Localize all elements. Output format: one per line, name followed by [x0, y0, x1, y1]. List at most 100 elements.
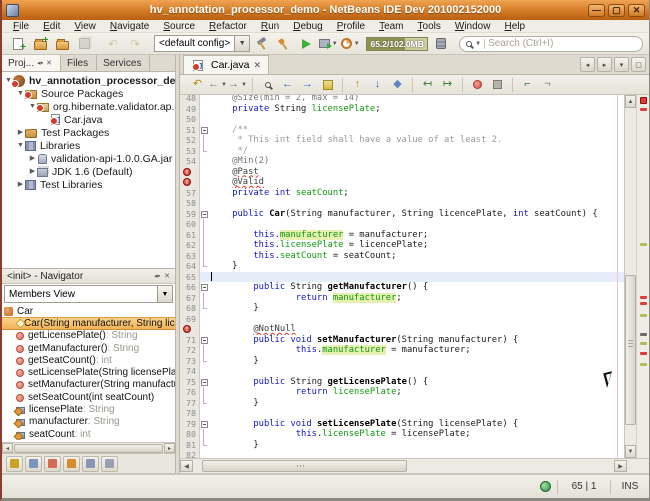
find-next-button[interactable]: → [298, 76, 317, 93]
build-project-button[interactable] [252, 34, 272, 53]
error-stripe-mark[interactable] [640, 243, 647, 246]
save-all-button[interactable] [74, 34, 94, 53]
projects-tree[interactable]: ▼hv_annotation_processor_dem▼Source Pack… [2, 72, 175, 268]
editor-vertical-scrollbar[interactable]: ▲ ▼ [624, 95, 636, 458]
expand-open-icon[interactable]: ▼ [16, 142, 25, 149]
tree-row[interactable]: ▼Libraries [2, 139, 175, 152]
error-stripe-mark[interactable] [640, 342, 647, 345]
scroll-left-icon[interactable]: ◀ [180, 460, 193, 472]
navigator-item[interactable]: Car(String manufacturer, String licenc [2, 317, 175, 329]
find-selection-button[interactable] [258, 76, 277, 93]
memory-meter[interactable]: 65.2/102.0MB [366, 37, 428, 51]
scroll-documents-left-button[interactable]: ◂ [580, 57, 595, 72]
fold-s-icon[interactable] [200, 419, 209, 430]
show-fields-button[interactable] [44, 456, 61, 472]
navigator-view-combobox[interactable]: Members View ▼ [4, 285, 173, 303]
redo-button[interactable]: ↷ [125, 34, 145, 53]
navigator-close-icon[interactable]: ✕ [164, 273, 170, 280]
error-stripe-mark[interactable] [640, 314, 647, 317]
error-stripe-mark[interactable] [640, 302, 647, 305]
forward-button[interactable]: →▼ [228, 76, 247, 93]
navigator-item[interactable]: seatCount : int [2, 428, 175, 440]
scroll-down-icon[interactable]: ▼ [625, 445, 636, 458]
menu-file[interactable]: File [6, 21, 36, 32]
vertical-scrollbar-thumb[interactable] [625, 275, 636, 425]
clean-build-project-button[interactable] [274, 34, 294, 53]
status-notification-icon[interactable] [540, 481, 551, 492]
menu-source[interactable]: Source [156, 21, 202, 32]
navigator-scrollbar-thumb[interactable] [14, 444, 163, 453]
config-combobox[interactable]: <default config> ▼ [154, 35, 250, 52]
show-bean-patterns-button[interactable] [6, 456, 23, 472]
tab-close-icon[interactable]: ✕ [254, 60, 262, 71]
horizontal-scrollbar-thumb[interactable] [202, 460, 407, 472]
tree-row[interactable]: ▼org.hibernate.validator.ap.dem [2, 100, 175, 113]
tree-row[interactable]: ▼Source Packages [2, 87, 175, 100]
close-button[interactable]: ✕ [628, 4, 645, 17]
menu-window[interactable]: Window [448, 21, 498, 32]
profile-dropdown-icon[interactable]: ▼ [354, 41, 360, 47]
navigator-item[interactable]: licensePlate : String [2, 403, 175, 415]
editor-horizontal-scrollbar[interactable]: ◀ ▶ [180, 458, 649, 473]
expand-closed-icon[interactable]: ▶ [28, 155, 37, 162]
tree-row[interactable]: ▼hv_annotation_processor_dem [2, 74, 175, 87]
projects-tab-files[interactable]: Files [61, 55, 97, 71]
back-button[interactable]: ←▼ [208, 76, 227, 93]
navigator-view-arrow-icon[interactable]: ▼ [157, 286, 172, 302]
menu-help[interactable]: Help [497, 21, 532, 32]
close-tab-icon[interactable]: ✕ [46, 60, 52, 67]
menu-tools[interactable]: Tools [411, 21, 448, 32]
config-combobox-arrow-icon[interactable]: ▼ [234, 36, 249, 51]
last-edit-location-button[interactable]: ↶ [188, 76, 207, 93]
shift-line-left-button[interactable]: ↤ [418, 76, 437, 93]
navigator-item[interactable]: getLicensePlate() : String [2, 330, 175, 342]
menu-navigate[interactable]: Navigate [103, 21, 156, 32]
menu-edit[interactable]: Edit [36, 21, 67, 32]
new-file-button[interactable] [8, 34, 28, 53]
menu-run[interactable]: Run [254, 21, 286, 32]
toggle-bookmark-button[interactable]: ◆ [388, 76, 407, 93]
sort-by-source-button[interactable] [101, 456, 118, 472]
tree-row[interactable]: ▶Test Packages [2, 126, 175, 139]
titlebar[interactable]: hv_annotation_processor_demo - NetBeans … [2, 0, 649, 20]
quick-search-input[interactable]: ▼ Search (Ctrl+I) [459, 36, 643, 52]
tree-row[interactable]: Car.java [2, 113, 175, 126]
navigator-item[interactable]: Car [2, 305, 175, 317]
expand-closed-icon[interactable]: ▶ [28, 168, 37, 175]
search-dropdown-icon[interactable]: ▼ [475, 41, 481, 47]
navigator-scroll-left-icon[interactable]: ◂ [2, 443, 13, 453]
fold-s-icon[interactable] [200, 282, 209, 293]
error-stripe-mark[interactable] [640, 97, 647, 104]
menu-view[interactable]: View [67, 21, 103, 32]
maximize-button[interactable]: ▢ [608, 4, 625, 17]
error-stripe-mark[interactable] [640, 352, 647, 355]
tree-row[interactable]: ▶validation-api-1.0.0.GA.jar [2, 152, 175, 165]
find-previous-button[interactable]: ← [278, 76, 297, 93]
error-stripe-mark[interactable] [640, 363, 647, 366]
code-editor[interactable]: 48 @Size(min = 2, max = 14)49 private St… [180, 95, 624, 458]
tree-row[interactable]: ▶Test Libraries [2, 178, 175, 191]
error-stripe-mark[interactable] [640, 296, 647, 299]
fold-s-icon[interactable] [200, 125, 209, 136]
shift-line-right-button[interactable]: ↦ [438, 76, 457, 93]
tree-row[interactable]: ▶JDK 1.6 (Default) [2, 165, 175, 178]
uncomment-button[interactable]: ¬ [538, 76, 557, 93]
fold-s-icon[interactable] [200, 377, 209, 388]
navigator-scroll-right-icon[interactable]: ▸ [164, 443, 175, 453]
profile-project-button[interactable]: ▼ [340, 34, 360, 53]
minimize-window-icon[interactable]: ◂▪ [37, 60, 43, 67]
scroll-up-icon[interactable]: ▲ [625, 95, 636, 108]
menu-profile[interactable]: Profile [330, 21, 372, 32]
previous-bookmark-button[interactable]: ↑ [348, 76, 367, 93]
navigator-members-list[interactable]: CarCar(String manufacturer, String licen… [2, 304, 175, 442]
navigator-item[interactable]: manufacturer : String [2, 416, 175, 428]
tab-car-java[interactable]: Car.java ✕ [183, 55, 269, 74]
menu-debug[interactable]: Debug [286, 21, 329, 32]
comment-button[interactable]: ⌐ [518, 76, 537, 93]
debug-dropdown-icon[interactable]: ▼ [332, 41, 338, 47]
start-macro-recording-button[interactable] [468, 76, 487, 93]
garbage-collect-button[interactable] [433, 36, 449, 52]
menu-team[interactable]: Team [372, 21, 410, 32]
fold-s-icon[interactable] [200, 335, 209, 346]
stop-macro-recording-button[interactable] [488, 76, 507, 93]
